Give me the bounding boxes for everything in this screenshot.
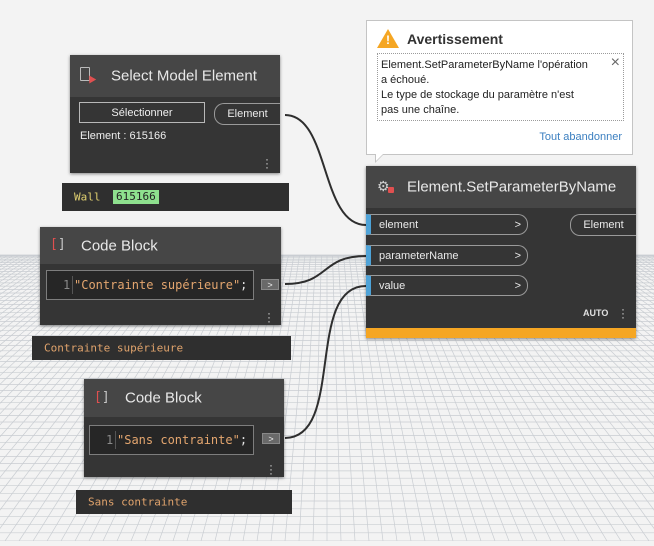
preview-type-label: Wall [74,191,101,204]
node-title: Element.SetParameterByName [407,179,616,196]
gear-icon-badge [388,187,394,193]
warning-popup[interactable]: ! Avertissement Element.SetParameterByNa… [366,20,633,155]
code-block-icon: [] [94,390,110,405]
input-port-parameter-name[interactable]: parameterName > [366,245,528,266]
output-port-element[interactable]: Element [570,214,636,236]
preview-value-badge: 615166 [113,190,159,204]
preview-text: Contrainte supérieure [44,342,183,355]
node-menu-icon[interactable]: ··· [268,463,274,475]
set-parameter-by-name-node[interactable]: ⚙ Element.SetParameterByName element > p… [366,166,636,338]
input-port-label: value [379,280,405,292]
node-menu-icon[interactable]: ··· [264,157,270,169]
output-port-label: Element [583,219,623,231]
node-menu-icon[interactable]: ··· [266,311,272,323]
input-port-label: parameterName [379,250,458,262]
warning-line: a échoué. [381,73,588,88]
code-text: "Contrainte supérieure"; [74,278,247,292]
input-port-label: element [379,219,418,231]
line-number: 1 [63,278,70,292]
select-button-label: Sélectionner [111,107,172,119]
node-header[interactable]: ⚙ Element.SetParameterByName [366,166,636,208]
code-block-node-1[interactable]: [] Code Block 1 "Contrainte supérieure";… [40,227,281,325]
warning-title: Avertissement [407,31,503,47]
warning-state-bar [366,328,636,338]
code-editor[interactable]: 1 "Sans contrainte"; [89,425,254,455]
input-port-element[interactable]: element > [366,214,528,235]
code-semicolon: ; [240,278,247,292]
node-menu-icon[interactable]: ··· [620,307,626,319]
output-port[interactable]: > [262,433,280,444]
warning-message: Element.SetParameterByName l'opération a… [381,58,588,118]
select-preview-bubble: Wall 615166 [62,183,289,211]
chevron-right-icon: > [515,250,521,262]
input-port-value[interactable]: value > [366,275,528,296]
code-block-node-2[interactable]: [] Code Block 1 "Sans contrainte"; > ··· [84,379,284,477]
chevron-right-icon: > [515,219,521,231]
gutter-separator [72,276,73,294]
warning-line: Le type de stockage du paramètre n'est [381,88,588,103]
node-header[interactable]: [] Code Block [84,379,284,417]
line-number: 1 [106,433,113,447]
code-semicolon: ; [240,433,247,447]
select-model-element-node[interactable]: Select Model Element Sélectionner Elemen… [70,55,280,173]
code-block-1-preview: Contrainte supérieure [32,336,291,360]
warning-message-box: Element.SetParameterByName l'opération a… [377,53,624,121]
warning-line: Element.SetParameterByName l'opération [381,58,588,73]
code-text: "Sans contrainte"; [117,433,247,447]
close-icon[interactable]: × [611,54,620,72]
lacing-indicator[interactable]: AUTO [583,308,608,318]
node-title: Select Model Element [111,68,257,85]
node-title: Code Block [81,237,158,254]
chevron-right-icon: > [515,280,521,292]
node-header[interactable]: [] Code Block [40,227,281,264]
output-port[interactable]: > [261,279,279,290]
output-arrow-icon: > [268,434,273,444]
dismiss-all-link[interactable]: Tout abandonner [539,131,622,143]
gutter-separator [115,431,116,449]
code-block-2-preview: Sans contrainte [76,490,292,514]
output-port-element[interactable]: Element [214,103,280,125]
warning-line: pas une chaîne. [381,103,588,118]
node-title: Code Block [125,390,202,407]
output-port-label: Element [227,108,267,120]
warning-tail-inner [376,154,383,161]
code-block-icon: [] [50,237,66,252]
preview-text: Sans contrainte [88,496,187,509]
code-string: "Contrainte supérieure" [74,278,240,292]
select-button[interactable]: Sélectionner [79,102,205,123]
element-info: Element : 615166 [80,130,166,142]
code-string: "Sans contrainte" [117,433,240,447]
warning-icon-mark: ! [386,33,390,47]
output-arrow-icon: > [267,280,272,290]
code-editor[interactable]: 1 "Contrainte supérieure"; [46,270,254,300]
node-header[interactable]: Select Model Element [70,55,280,97]
